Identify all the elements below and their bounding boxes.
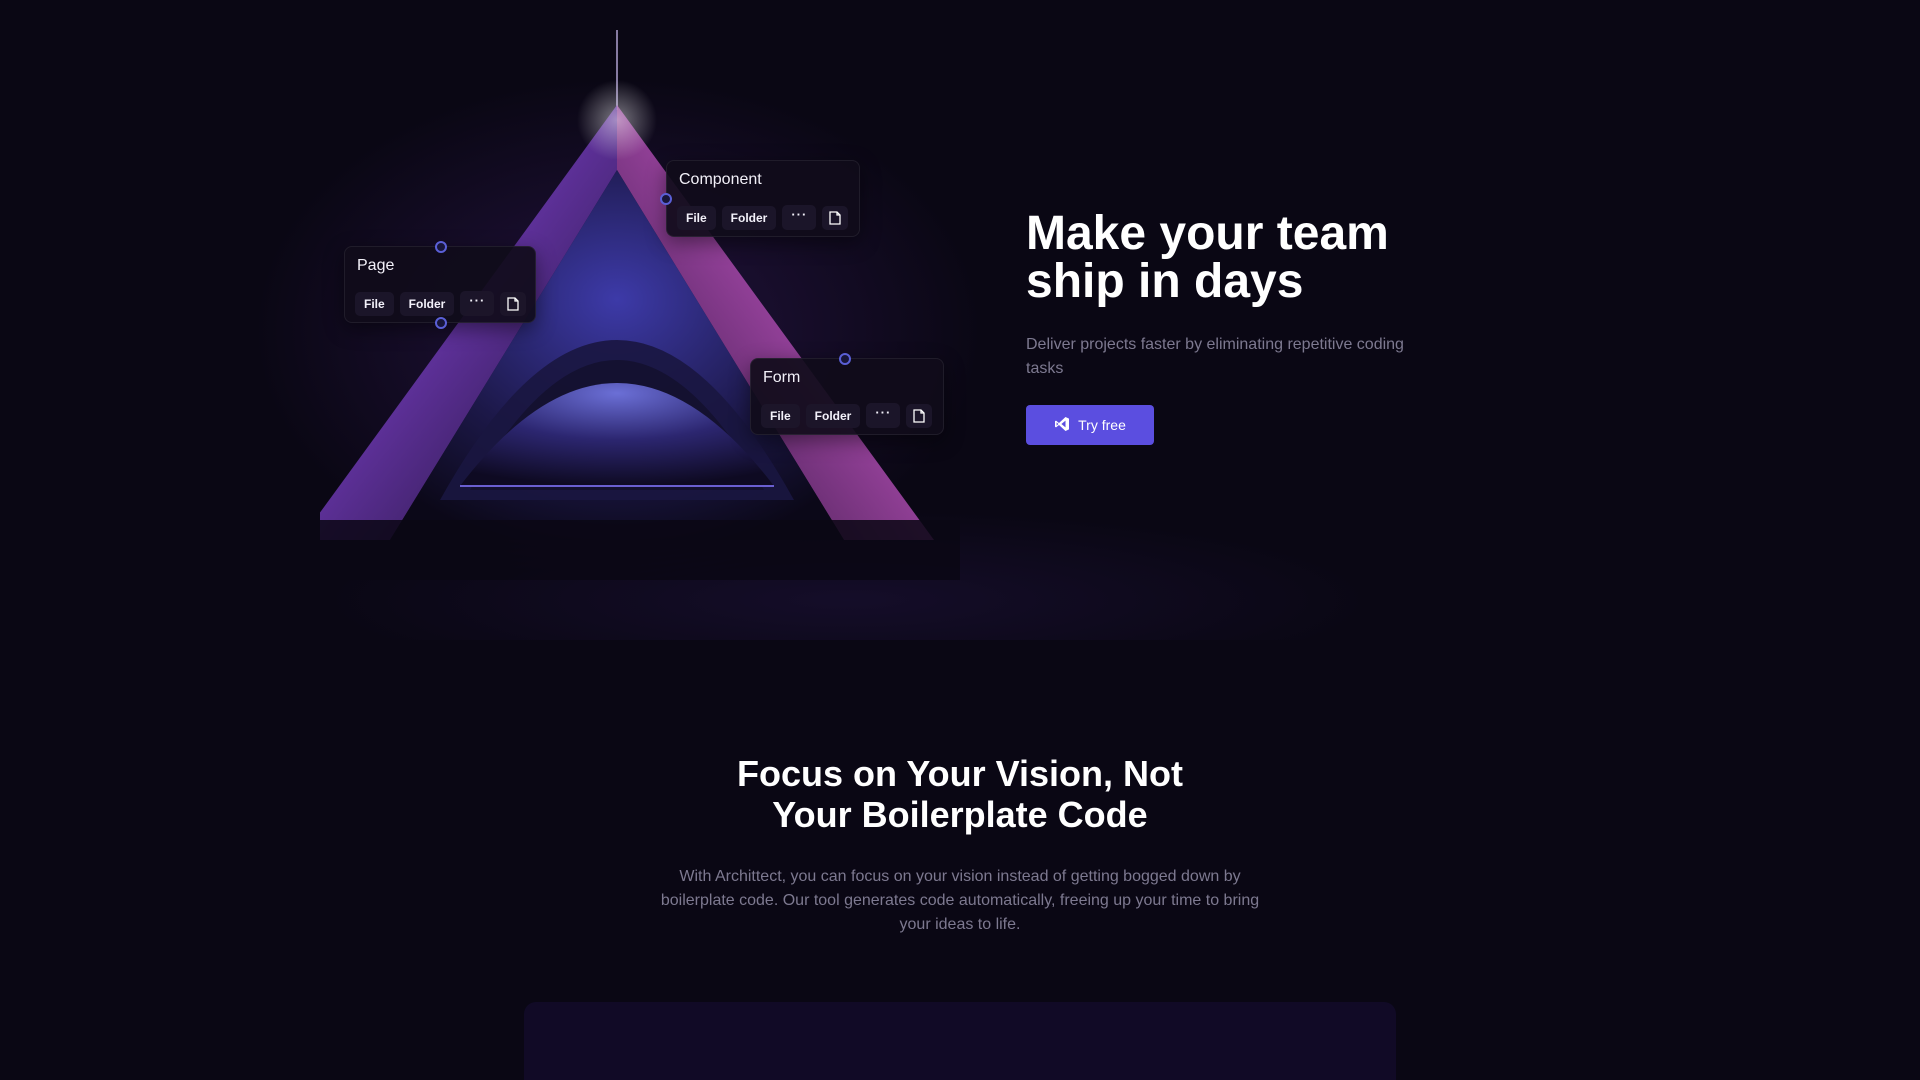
landing-page: Page File Folder ··· Component File Fold… <box>0 0 1920 1080</box>
connector-port[interactable] <box>839 353 851 365</box>
file-chip[interactable]: File <box>761 403 800 428</box>
node-actions: File Folder ··· <box>355 291 527 316</box>
node-card-component[interactable]: Component File Folder ··· <box>666 160 860 237</box>
node-title: Page <box>357 257 395 274</box>
document-icon[interactable] <box>906 403 933 428</box>
section-title-line2: Your Boilerplate Code <box>772 794 1148 835</box>
file-chip[interactable]: File <box>355 291 394 316</box>
try-free-label: Try free <box>1078 417 1126 433</box>
section-description-line2: boilerplate code. Our tool generates cod… <box>660 892 1260 909</box>
node-title: Form <box>763 369 801 386</box>
section-description-line3: your ideas to life. <box>899 916 1021 933</box>
section-title: Focus on Your Vision, Not Your Boilerpla… <box>560 753 1360 835</box>
hero-subtitle: Deliver projects faster by eliminating r… <box>1026 336 1404 377</box>
preview-panel <box>524 1002 1396 1080</box>
connector-port[interactable] <box>435 241 447 253</box>
node-card-page[interactable]: Page File Folder ··· <box>344 246 536 323</box>
hero-title-line1: Make your team <box>1026 207 1389 260</box>
section-description: With Archittect, you can focus on your v… <box>650 865 1270 937</box>
hero-title-line2: ship in days <box>1026 255 1304 308</box>
file-chip[interactable]: File <box>677 205 716 230</box>
section-title-line1: Focus on Your Vision, Not <box>736 753 1184 794</box>
try-free-button[interactable]: Try free <box>1026 405 1154 445</box>
vscode-icon <box>1054 416 1070 435</box>
node-actions: File Folder ··· <box>761 403 933 428</box>
node-actions: File Folder ··· <box>677 205 849 230</box>
node-card-form[interactable]: Form File Folder ··· <box>750 358 944 435</box>
folder-chip[interactable]: Folder <box>721 205 777 230</box>
more-options-button[interactable]: ··· <box>866 403 901 428</box>
more-options-button[interactable]: ··· <box>460 291 495 316</box>
folder-chip[interactable]: Folder <box>399 291 455 316</box>
hero-title: Make your team ship in days <box>1026 210 1446 306</box>
node-title: Component <box>679 171 762 188</box>
connector-port[interactable] <box>435 317 447 329</box>
document-icon[interactable] <box>500 291 527 316</box>
section-description-line1: With Archittect, you can focus on your v… <box>679 868 1241 885</box>
more-options-button[interactable]: ··· <box>782 205 817 230</box>
folder-chip[interactable]: Folder <box>805 403 861 428</box>
document-icon[interactable] <box>822 205 849 230</box>
connector-port[interactable] <box>660 193 672 205</box>
